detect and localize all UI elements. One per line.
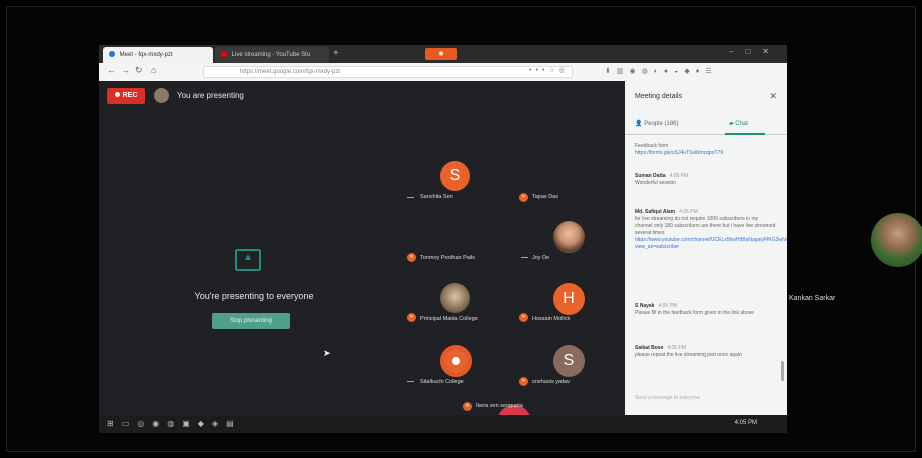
meeting-details-panel: Meeting details ✕ 👤 People (186) ▰ Chat … bbox=[625, 81, 787, 415]
chat-scrollbar[interactable] bbox=[781, 361, 784, 381]
youtube-favicon-icon bbox=[221, 51, 227, 57]
back-icon[interactable]: ← bbox=[107, 65, 116, 75]
participant-name: Tonmoy Prodhan Pails bbox=[420, 255, 476, 261]
mic-muted-icon: ✕ bbox=[407, 313, 416, 322]
tab-label: Meet - fqx-mxdy-pzt bbox=[119, 52, 173, 58]
browser-tab-meet[interactable]: Meet - fqx-mxdy-pzt bbox=[103, 47, 213, 63]
participant-name: Ikera sen sengupta bbox=[476, 403, 523, 409]
recording-badge: REC bbox=[107, 88, 145, 104]
presenting-status: You are presenting bbox=[177, 91, 244, 100]
chat-message: Feedback form https://forms.gle/oSJ4uT5a… bbox=[635, 143, 777, 157]
participant-avatar-photo bbox=[553, 221, 585, 253]
participant-name: snehasis yadav bbox=[532, 379, 570, 385]
taskbar-clock[interactable]: 4:05 PM bbox=[735, 420, 757, 426]
panel-tabs: 👤 People (186) ▰ Chat bbox=[625, 113, 787, 135]
mouse-cursor-icon: ➤ bbox=[323, 348, 331, 358]
people-icon: 👤 bbox=[635, 121, 643, 127]
chat-input[interactable]: Send a message to everyone bbox=[635, 395, 775, 401]
separator bbox=[521, 257, 528, 258]
presenting-message: You're presenting to everyone bbox=[194, 291, 314, 301]
chat-message: Suman Datta 4:05 PM Wonderful session bbox=[635, 173, 689, 186]
participant-name: Sitalkuchi College bbox=[420, 379, 464, 385]
zoom-video-frame: Meet - fqx-mxdy-pzt Live streaming - You… bbox=[6, 6, 922, 452]
reload-icon[interactable]: ↻ bbox=[135, 65, 143, 76]
participant-name: Tapas Das bbox=[532, 194, 558, 200]
browser-tab-strip: Meet - fqx-mxdy-pzt Live streaming - You… bbox=[99, 45, 787, 63]
active-tab-indicator bbox=[725, 133, 765, 135]
tab-chat[interactable]: ▰ Chat bbox=[729, 120, 748, 127]
mic-muted-icon: ✕ bbox=[463, 402, 472, 411]
mic-muted-icon: ✕ bbox=[407, 253, 416, 262]
participant-avatar-photo bbox=[440, 283, 470, 313]
avatar bbox=[871, 213, 922, 267]
participant-name: Hossain Mollick bbox=[532, 316, 571, 322]
separator bbox=[407, 381, 414, 382]
participant-avatar: H bbox=[553, 283, 585, 315]
participant-name: Principal Maida College bbox=[420, 316, 478, 322]
windows-taskbar: ⊞▭◎◉◍▣◆◈▤ 4:05 PM bbox=[99, 415, 787, 433]
window-controls[interactable]: –□✕ bbox=[729, 47, 781, 56]
browser-tab-youtube[interactable]: Live streaming - YouTube Stu bbox=[215, 47, 329, 63]
chat-message: Saikat Bose 4:05 PM please repeat the liv… bbox=[635, 345, 742, 358]
browser-nav-bar: ← → ↻ ⌂ https://meet.google.com/fqx-mxdy… bbox=[99, 63, 787, 81]
chat-message: Md. Safiqul Alam 4:05 PM for live streami… bbox=[635, 209, 787, 251]
participant-name: Joy De bbox=[532, 255, 550, 261]
tab-people[interactable]: 👤 People (186) bbox=[635, 120, 679, 127]
present-screen-icon bbox=[235, 249, 261, 271]
participant-avatar: S bbox=[440, 161, 470, 191]
meet-favicon-icon bbox=[109, 51, 115, 57]
toolbar-extension-icons[interactable]: ⬇▥◉◍◐●◒◆♦☰ bbox=[605, 67, 718, 75]
taskbar-app-icons[interactable]: ⊞▭◎◉◍▣◆◈▤ bbox=[107, 419, 242, 428]
participant-avatar: S bbox=[553, 345, 585, 377]
close-icon[interactable]: ✕ bbox=[769, 91, 777, 102]
stop-presenting-button[interactable]: Stop presenting bbox=[212, 313, 290, 329]
mic-muted-icon: ✕ bbox=[519, 313, 528, 322]
forward-icon[interactable]: → bbox=[121, 65, 130, 75]
avatar bbox=[154, 88, 169, 103]
panel-title: Meeting details bbox=[635, 93, 683, 100]
meet-main: REC You are presenting You're presenting… bbox=[99, 81, 625, 433]
mic-muted-icon: ✕ bbox=[519, 377, 528, 386]
chat-message: S Nayak 4:05 PM Please fill in the feedba… bbox=[635, 303, 754, 316]
extension-icon[interactable]: ◉ bbox=[425, 48, 457, 60]
mic-muted-icon: ✕ bbox=[519, 193, 528, 202]
participant-name: Sanchita Sen bbox=[420, 194, 453, 200]
participant-self-name: Kankan Sarkar bbox=[789, 295, 836, 302]
chat-icon: ▰ bbox=[729, 121, 734, 127]
url-actions[interactable]: •••☆◎ bbox=[529, 66, 569, 74]
chat-link[interactable]: https://forms.gle/oSJ4uT5aWmzqpoT79 bbox=[635, 150, 777, 157]
college-logo-icon bbox=[440, 345, 472, 377]
chat-link[interactable]: https://www.youtube.com/channel/UCELx5hw… bbox=[635, 237, 787, 251]
home-icon[interactable]: ⌂ bbox=[151, 65, 156, 75]
separator bbox=[407, 197, 414, 198]
tab-label: Live streaming - YouTube Stu bbox=[231, 52, 311, 58]
shared-screen: Meet - fqx-mxdy-pzt Live streaming - You… bbox=[99, 45, 787, 433]
new-tab-icon[interactable]: + bbox=[333, 47, 339, 61]
url-bar[interactable]: https://meet.google.com/fqx-mxdy-pzt bbox=[203, 66, 573, 78]
